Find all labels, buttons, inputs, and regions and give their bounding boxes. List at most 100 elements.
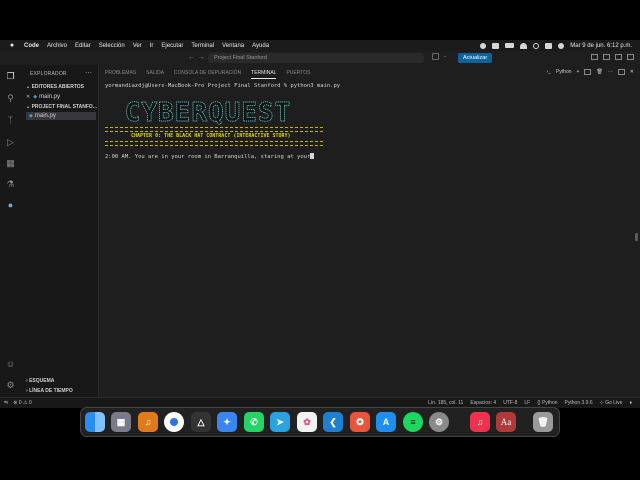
tab-terminal[interactable]: TERMINAL [251, 70, 277, 79]
toggle-panel-icon[interactable] [603, 54, 610, 60]
toggle-secondary-sidebar-icon[interactable] [615, 54, 622, 60]
back-arrow-icon[interactable]: ← [188, 54, 195, 61]
apple-icon[interactable]: ● [8, 42, 16, 49]
control-center-icon[interactable] [545, 42, 553, 49]
panel-tabs: PROBLEMAS SALIDA CONSOLA DE DEPURACIÓN T… [105, 70, 310, 79]
story-line[interactable]: 2:00 AM. You are in your room in Barranq… [105, 153, 315, 160]
command-center-search[interactable]: Project Final Stanford [208, 53, 424, 63]
terminal-shell-name[interactable]: Python [556, 69, 572, 75]
extensions-icon[interactable]: ▦ [5, 158, 16, 169]
run-debug-icon[interactable]: ▷ [5, 137, 16, 148]
open-editors-section[interactable]: ⌄ EDITORES ABIERTOS [26, 84, 84, 90]
search-icon[interactable]: ⚲ [5, 93, 16, 104]
add-terminal-icon[interactable]: + [577, 69, 580, 75]
language-label: Python [541, 400, 558, 406]
remote-icon[interactable]: ⇋ [4, 400, 8, 406]
launchpad-icon[interactable]: ▦ [111, 412, 131, 432]
menu-archivo[interactable]: Archivo [47, 43, 67, 49]
chrome-icon[interactable] [164, 412, 184, 432]
close-icon[interactable]: ✕ [26, 94, 30, 100]
go-live-button[interactable]: ⊹ Go Live [600, 400, 623, 406]
menu-ventana[interactable]: Ventana [222, 43, 244, 49]
terminal-cursor [310, 153, 315, 159]
more-actions-icon[interactable]: ⋯ [608, 69, 613, 75]
unity-icon[interactable]: △ [191, 412, 211, 432]
tab-ports[interactable]: PUERTOS [286, 70, 310, 79]
system-settings-icon[interactable]: ⚙ [429, 412, 449, 432]
search-icon[interactable] [533, 42, 540, 49]
panel-actions: ›_ Python + 🗑 ⋯ ✕ [546, 69, 634, 75]
app-store-icon[interactable]: A [376, 412, 396, 432]
customize-layout-icon[interactable] [627, 54, 634, 60]
vscode-window: ← → Project Final Stanford ⌄ Actualizar … [0, 51, 640, 408]
menu-seleccion[interactable]: Selección [99, 43, 125, 49]
menu-ver[interactable]: Ver [133, 43, 142, 49]
menu-ir[interactable]: Ir [150, 43, 154, 49]
music-icon[interactable]: ♫ [470, 412, 490, 432]
fl-studio-icon[interactable]: ♫ [138, 412, 158, 432]
line-endings[interactable]: LF [524, 400, 530, 406]
forward-arrow-icon[interactable]: → [198, 54, 205, 61]
open-editors-label: EDITORES ABIERTOS [31, 84, 85, 90]
split-terminal-icon[interactable] [584, 69, 592, 75]
status-left: ⇋ ⊗ 0 ⚠ 0 [4, 400, 32, 406]
cursor-position[interactable]: Lín. 185, col. 11 [428, 400, 463, 406]
screen-record-icon[interactable] [492, 42, 500, 49]
maximize-panel-icon[interactable] [617, 69, 625, 75]
python-icon[interactable]: ● [5, 200, 16, 211]
whatsapp-icon[interactable]: ✆ [244, 412, 264, 432]
notifications-bell-icon[interactable]: ♦ [629, 400, 632, 406]
close-panel-icon[interactable]: ✕ [630, 69, 634, 75]
wifi-icon[interactable] [520, 42, 528, 49]
menubar-datetime[interactable]: Mar 9 de jun. 6:12 p.m. [570, 43, 632, 49]
tab-output[interactable]: SALIDA [146, 70, 164, 79]
copilot-icon[interactable] [432, 53, 439, 60]
safari-icon[interactable]: ✦ [217, 412, 237, 432]
manage-gear-icon[interactable]: ⚙ [5, 380, 16, 391]
update-button[interactable]: Actualizar [458, 53, 493, 63]
source-control-icon[interactable]: ᛉ [5, 115, 16, 126]
tab-problems[interactable]: PROBLEMAS [105, 70, 136, 79]
record-icon[interactable] [480, 42, 487, 49]
indentation[interactable]: Espacios: 4 [470, 400, 496, 406]
toggle-primary-sidebar-icon[interactable] [591, 54, 598, 60]
menu-terminal[interactable]: Terminal [191, 43, 214, 49]
language-mode[interactable]: {} Python [537, 400, 557, 406]
python-interpreter[interactable]: Python 3.9.6 [565, 400, 593, 406]
siri-icon[interactable] [558, 42, 565, 49]
outline-section[interactable]: › ESQUEMA [26, 378, 54, 384]
timeline-section[interactable]: › LÍNEA DE TIEMPO [26, 388, 73, 394]
chevron-down-icon[interactable]: ⌄ [443, 53, 450, 60]
menu-bar: ● Code Archivo Editar Selección Ver Ir E… [0, 40, 640, 51]
finder-icon[interactable] [85, 412, 105, 432]
go-live-label: Go Live [605, 400, 623, 406]
menu-app-name[interactable]: Code [24, 43, 39, 49]
vscode-icon[interactable]: ❮ [323, 412, 343, 432]
explorer-icon[interactable]: ❐ [5, 71, 16, 82]
battery-icon[interactable] [505, 43, 515, 48]
project-folder-section[interactable]: ⌄ PROJECT FINAL STANFO... [26, 104, 97, 110]
kill-terminal-icon[interactable]: 🗑 [596, 69, 602, 75]
encoding[interactable]: UTF-8 [503, 400, 517, 406]
tab-debug-console[interactable]: CONSOLA DE DEPURACIÓN [174, 70, 241, 79]
telegram-icon[interactable]: ➤ [270, 412, 290, 432]
problems-indicator[interactable]: ⊗ 0 ⚠ 0 [13, 400, 31, 406]
spotify-icon[interactable]: ≡ [403, 412, 423, 432]
file-tree-item[interactable]: ◆ main.py [26, 112, 96, 120]
menu-ayuda[interactable]: Ayuda [252, 43, 269, 49]
open-editor-item[interactable]: ✕ ◆ main.py [26, 93, 96, 101]
menu-ejecutar[interactable]: Ejecutar [161, 43, 183, 49]
terminal-prompt[interactable]: yormandiazdj@Users-MacBook-Pro Project F… [105, 83, 340, 89]
dock: ▦ ♫ △ ✦ ✆ ➤ ✿ ❮ ✪ A ≡ ⚙ ♫ Aa 🗑 [80, 407, 560, 437]
python-file-icon: ◆ [33, 94, 38, 100]
more-actions-icon[interactable]: ⋯ [85, 69, 92, 77]
trash-icon[interactable]: 🗑 [533, 412, 553, 432]
dictionary-icon[interactable]: Aa [496, 412, 516, 432]
terminal-scrollbar[interactable] [635, 233, 638, 241]
menu-editar[interactable]: Editar [75, 43, 91, 49]
photos-icon[interactable]: ✿ [297, 412, 317, 432]
account-icon[interactable]: ☺ [5, 359, 16, 370]
testing-icon[interactable]: ⚗ [5, 179, 16, 190]
file-tree-filename: main.py [34, 113, 56, 119]
app-icon[interactable]: ✪ [350, 412, 370, 432]
